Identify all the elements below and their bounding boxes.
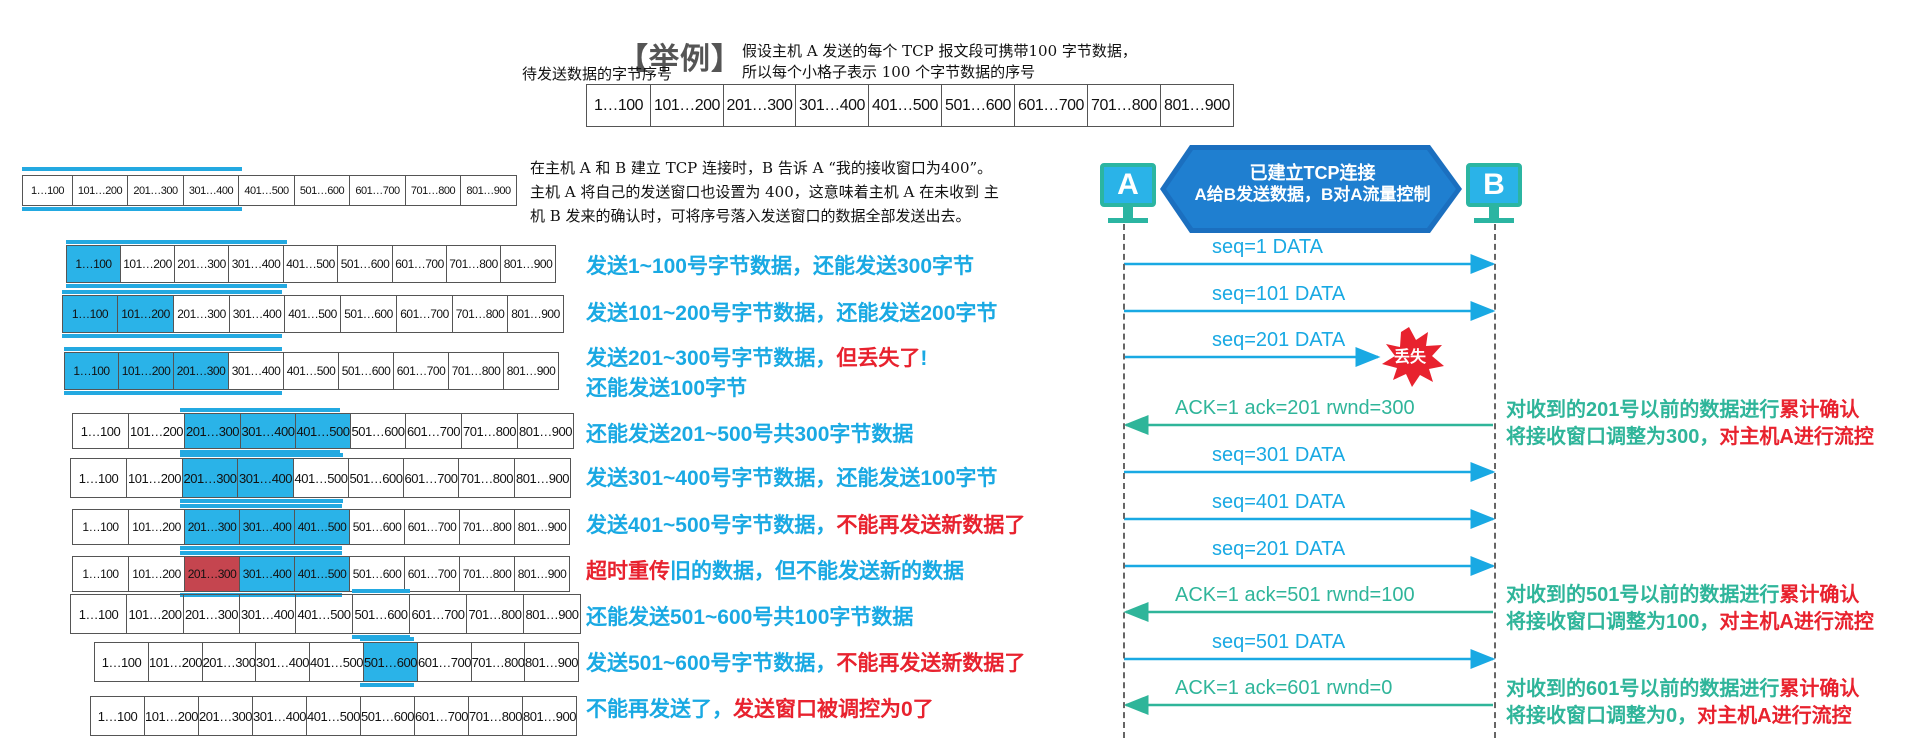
ack-note-part: 对收到的501号以前的数据进行 xyxy=(1506,584,1780,606)
ack-note-line1: 对收到的201号以前的数据进行累计确认 xyxy=(1506,397,1874,424)
host-a-base xyxy=(1108,218,1148,223)
ack-note-part: 对主机A进行流控 xyxy=(1719,611,1874,633)
ack-label: ACK=1 ack=201 rwnd=300 xyxy=(1175,397,1415,419)
ack-note: 对收到的201号以前的数据进行累计确认 将接收窗口调整为300，对主机A进行流控 xyxy=(1506,397,1874,451)
ack-note-line1: 对收到的501号以前的数据进行累计确认 xyxy=(1506,582,1874,609)
data-segment-label: seq=101 DATA xyxy=(1212,283,1346,305)
ack-note-part: 将接收窗口调整为300， xyxy=(1506,426,1720,448)
lost-label: 丢失 xyxy=(1394,349,1427,366)
host-a-label: A xyxy=(1117,168,1139,201)
ack-note-part: 将接收窗口调整为0， xyxy=(1506,705,1698,727)
host-b-lifeline xyxy=(1494,224,1496,738)
ack-note-part: 累计确认 xyxy=(1779,399,1860,421)
ack-note-line2: 将接收窗口调整为0，对主机A进行流控 xyxy=(1506,703,1859,730)
data-segment-label: seq=501 DATA xyxy=(1212,631,1346,653)
ack-note: 对收到的501号以前的数据进行累计确认 将接收窗口调整为100，对主机A进行流控 xyxy=(1506,582,1874,636)
data-segment-label: seq=301 DATA xyxy=(1212,444,1346,466)
banner-line2: A给B发送数据，B对A流量控制 xyxy=(1194,185,1431,204)
ack-note-part: 对收到的601号以前的数据进行 xyxy=(1506,678,1780,700)
data-segment-label: seq=1 DATA xyxy=(1212,236,1323,258)
host-a-lifeline xyxy=(1123,224,1125,738)
ack-note-line2: 将接收窗口调整为100，对主机A进行流控 xyxy=(1506,609,1874,636)
ack-label: ACK=1 ack=501 rwnd=100 xyxy=(1175,584,1415,606)
ack-label: ACK=1 ack=601 rwnd=0 xyxy=(1175,677,1393,699)
ack-note-part: 对主机A进行流控 xyxy=(1719,426,1874,448)
host-b-base xyxy=(1474,218,1514,223)
banner-text: 已建立TCP连接 A给B发送数据，B对A流量控制 xyxy=(1170,162,1455,206)
ack-note-line2: 将接收窗口调整为300，对主机A进行流控 xyxy=(1506,424,1874,451)
ack-note-part: 累计确认 xyxy=(1779,678,1860,700)
host-a-icon: A xyxy=(1100,163,1156,207)
ack-note: 对收到的601号以前的数据进行累计确认 将接收窗口调整为0，对主机A进行流控 xyxy=(1506,676,1859,730)
banner-line1: 已建立TCP连接 xyxy=(1249,163,1376,183)
data-segment-label: seq=401 DATA xyxy=(1212,491,1346,513)
data-segment-label: seq=201 DATA xyxy=(1212,538,1346,560)
ack-note-part: 对主机A进行流控 xyxy=(1697,705,1852,727)
host-b-label: B xyxy=(1483,168,1505,201)
data-segment-label: seq=201 DATA xyxy=(1212,329,1346,351)
ack-note-line1: 对收到的601号以前的数据进行累计确认 xyxy=(1506,676,1859,703)
ack-note-part: 对收到的201号以前的数据进行 xyxy=(1506,399,1780,421)
ack-note-part: 累计确认 xyxy=(1779,584,1860,606)
host-b-icon: B xyxy=(1466,163,1522,207)
ack-note-part: 将接收窗口调整为100， xyxy=(1506,611,1720,633)
